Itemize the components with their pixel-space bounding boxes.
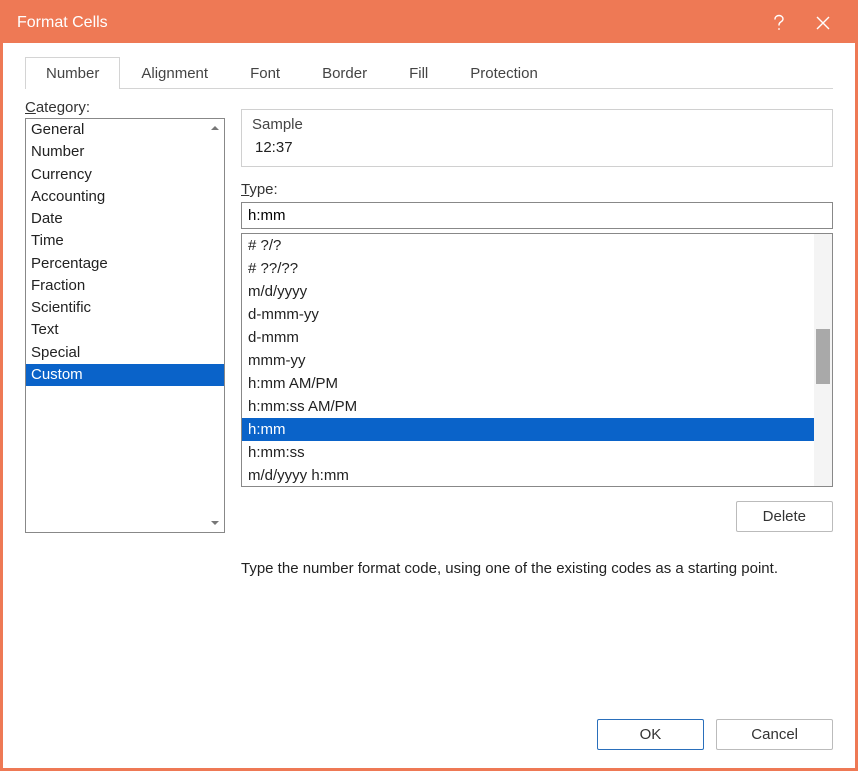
category-item[interactable]: Time: [26, 230, 224, 252]
category-item[interactable]: Percentage: [26, 253, 224, 275]
category-item[interactable]: Scientific: [26, 297, 224, 319]
type-item[interactable]: h:mm AM/PM: [242, 372, 832, 395]
sample-box: Sample 12:37: [241, 109, 833, 167]
type-item[interactable]: h:mm: [242, 418, 832, 441]
sample-value: 12:37: [252, 139, 822, 156]
category-column: Category: GeneralNumberCurrencyAccountin…: [25, 99, 225, 699]
type-item[interactable]: d-mmm-yy: [242, 303, 832, 326]
type-item[interactable]: m/d/yyyy: [242, 280, 832, 303]
category-item[interactable]: Currency: [26, 164, 224, 186]
type-input[interactable]: [241, 202, 833, 229]
category-item[interactable]: Fraction: [26, 275, 224, 297]
hint-text: Type the number format code, using one o…: [241, 560, 833, 577]
settings-column: Sample 12:37 Type: # ?/?# ??/??m/d/yyyyd…: [241, 99, 833, 699]
titlebar: Format Cells: [3, 3, 855, 43]
format-cells-dialog: Format Cells NumberAlignmentFontBorderFi…: [0, 0, 858, 771]
tab-protection[interactable]: Protection: [449, 57, 559, 88]
category-label-rest: ategory:: [36, 99, 90, 116]
scroll-down-icon[interactable]: [206, 514, 224, 532]
type-label-rest: ype:: [249, 181, 277, 198]
type-label: Type:: [241, 181, 833, 198]
type-item[interactable]: # ?/?: [242, 234, 832, 257]
tab-alignment[interactable]: Alignment: [120, 57, 229, 88]
type-listbox[interactable]: # ?/?# ??/??m/d/yyyyd-mmm-yyd-mmmmmm-yyh…: [241, 233, 833, 487]
category-item[interactable]: Date: [26, 208, 224, 230]
close-icon[interactable]: [801, 3, 845, 43]
category-item[interactable]: Special: [26, 342, 224, 364]
category-label: Category:: [25, 99, 225, 116]
tab-border[interactable]: Border: [301, 57, 388, 88]
tab-font[interactable]: Font: [229, 57, 301, 88]
type-item[interactable]: # ??/??: [242, 257, 832, 280]
type-item[interactable]: h:mm:ss: [242, 441, 832, 464]
type-item[interactable]: d-mmm: [242, 326, 832, 349]
type-item[interactable]: h:mm:ss AM/PM: [242, 395, 832, 418]
tabs-bar: NumberAlignmentFontBorderFillProtection: [25, 57, 833, 89]
delete-row: Delete: [241, 501, 833, 532]
tab-number[interactable]: Number: [25, 57, 120, 88]
tab-fill[interactable]: Fill: [388, 57, 449, 88]
sample-label: Sample: [252, 116, 822, 133]
dialog-body: NumberAlignmentFontBorderFillProtection …: [3, 43, 855, 768]
category-item[interactable]: General: [26, 119, 224, 141]
category-item[interactable]: Text: [26, 319, 224, 341]
category-label-underline: C: [25, 99, 36, 116]
delete-button[interactable]: Delete: [736, 501, 833, 532]
dialog-footer: OK Cancel: [25, 699, 833, 750]
tab-content: Category: GeneralNumberCurrencyAccountin…: [25, 99, 833, 699]
scroll-up-icon[interactable]: [206, 119, 224, 137]
type-item[interactable]: m/d/yyyy h:mm: [242, 464, 832, 487]
ok-button[interactable]: OK: [597, 719, 705, 750]
type-item[interactable]: mmm-yy: [242, 349, 832, 372]
help-icon[interactable]: [757, 3, 801, 43]
category-item[interactable]: Number: [26, 141, 224, 163]
category-item[interactable]: Accounting: [26, 186, 224, 208]
category-listbox[interactable]: GeneralNumberCurrencyAccountingDateTimeP…: [25, 118, 225, 533]
cancel-button[interactable]: Cancel: [716, 719, 833, 750]
type-scrollbar-thumb[interactable]: [816, 329, 830, 384]
window-title: Format Cells: [17, 14, 757, 32]
category-item[interactable]: Custom: [26, 364, 224, 386]
